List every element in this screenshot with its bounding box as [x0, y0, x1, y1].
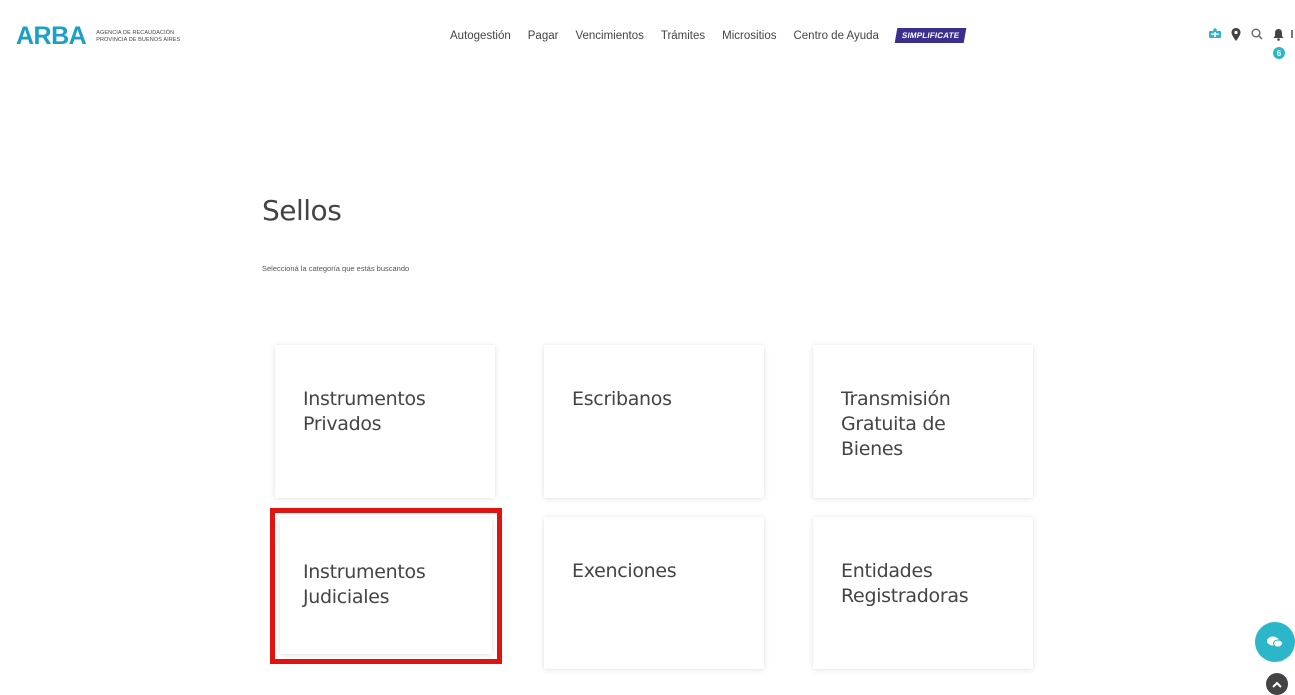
card-instrumentos-judiciales[interactable]: Instrumentos Judiciales	[270, 508, 502, 664]
bell-icon[interactable]	[1271, 27, 1285, 41]
page-subtitle: Seleccioná la categoría que estás buscan…	[262, 264, 410, 273]
nav-item-tramites[interactable]: Trámites	[661, 30, 705, 42]
nav-item-autogestion[interactable]: Autogestión	[450, 30, 511, 42]
header-icons	[1208, 27, 1292, 41]
card-transmision-gratuita-de-bienes[interactable]: Transmisión Gratuita de Bienes	[813, 345, 1033, 498]
notification-count-badge[interactable]: 6	[1273, 47, 1285, 59]
logo-subtitle-line1: Agencia de Recaudación	[96, 30, 175, 36]
card-label: Escribanos	[572, 388, 672, 410]
chat-button[interactable]	[1255, 622, 1295, 662]
logo-subtitle-line2: Provincia de Buenos Aires	[96, 36, 181, 43]
logo-subtitle: Agencia de Recaudación Provincia de Buen…	[96, 30, 180, 43]
page: ARBA Agencia de Recaudación Provincia de…	[0, 0, 1295, 695]
card-label: Instrumentos Judiciales	[303, 561, 426, 608]
card-label: Exenciones	[572, 560, 677, 582]
logo-wordmark: ARBA	[16, 22, 87, 50]
main-nav: Autogestión Pagar Vencimientos Trámites …	[450, 28, 967, 43]
card-exenciones[interactable]: Exenciones	[544, 517, 764, 669]
search-icon[interactable]	[1250, 27, 1264, 41]
page-title: Sellos	[262, 194, 342, 227]
card-entidades-registradoras[interactable]: Entidades Registradoras	[813, 517, 1033, 669]
accessibility-icon[interactable]	[1208, 27, 1222, 41]
chevron-up-icon	[1272, 681, 1282, 688]
nav-item-vencimientos[interactable]: Vencimientos	[575, 30, 643, 42]
arba-logo[interactable]: ARBA Agencia de Recaudación Provincia de…	[16, 24, 180, 49]
card-label: Entidades Registradoras	[841, 560, 969, 607]
site-header: ARBA Agencia de Recaudación Provincia de…	[0, 0, 1295, 72]
scroll-to-top-button[interactable]	[1266, 673, 1288, 695]
card-escribanos[interactable]: Escribanos	[544, 345, 764, 498]
card-label: Instrumentos Privados	[303, 388, 426, 435]
nav-item-centro-de-ayuda[interactable]: Centro de Ayuda	[793, 30, 878, 42]
card-instrumentos-privados[interactable]: Instrumentos Privados	[275, 345, 495, 498]
nav-simplificate-badge[interactable]: SIMPLIFICATE	[894, 28, 967, 43]
nav-item-pagar[interactable]: Pagar	[528, 30, 559, 42]
location-pin-icon[interactable]	[1229, 27, 1243, 41]
card-label: Transmisión Gratuita de Bienes	[841, 388, 951, 460]
nav-item-micrositios[interactable]: Micrositios	[722, 30, 776, 42]
overflow-edge	[1291, 30, 1293, 38]
chat-bubbles-icon	[1267, 636, 1283, 648]
